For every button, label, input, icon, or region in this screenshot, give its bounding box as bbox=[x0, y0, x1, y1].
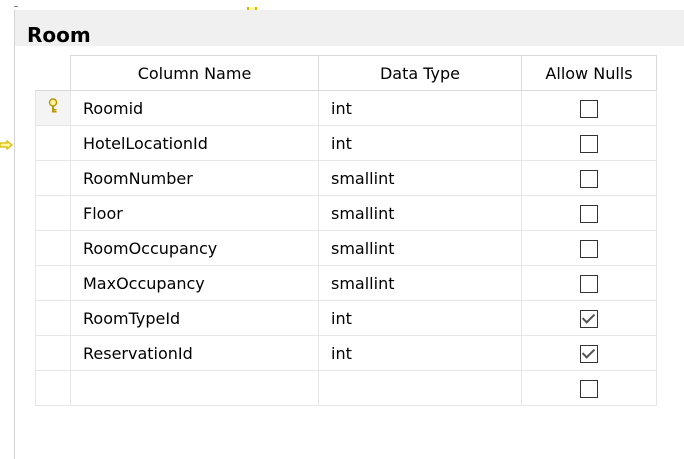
allow-nulls-checkbox[interactable] bbox=[580, 99, 598, 118]
row-selector[interactable] bbox=[35, 370, 71, 406]
data-type-cell[interactable]: int bbox=[318, 90, 522, 126]
table-row[interactable]: Roomid int bbox=[35, 90, 657, 126]
allow-nulls-cell bbox=[521, 195, 657, 231]
allow-nulls-cell bbox=[521, 90, 657, 126]
row-selector-header bbox=[35, 55, 71, 91]
data-type-cell[interactable]: int bbox=[318, 125, 522, 161]
data-type-cell[interactable]: smallint bbox=[318, 195, 522, 231]
allow-nulls-cell bbox=[521, 370, 657, 406]
table-row[interactable]: Floor smallint bbox=[35, 195, 657, 231]
allow-nulls-checkbox[interactable] bbox=[580, 309, 598, 328]
row-selector[interactable] bbox=[35, 125, 71, 161]
allow-nulls-checkbox[interactable] bbox=[580, 134, 598, 153]
allow-nulls-checkbox[interactable] bbox=[580, 379, 598, 398]
data-type-cell[interactable] bbox=[318, 370, 522, 406]
allow-nulls-cell bbox=[521, 125, 657, 161]
data-type-cell[interactable]: int bbox=[318, 335, 522, 371]
table-designer[interactable]: Room Column Name Data Type Allow Nulls R… bbox=[14, 7, 684, 459]
column-name-cell[interactable]: Roomid bbox=[70, 90, 319, 126]
row-selector[interactable] bbox=[35, 300, 71, 336]
column-name-cell[interactable] bbox=[70, 370, 319, 406]
data-type-cell[interactable]: smallint bbox=[318, 230, 522, 266]
column-name-cell[interactable]: ReservationId bbox=[70, 335, 319, 371]
table-row[interactable]: RoomNumber smallint bbox=[35, 160, 657, 196]
allow-nulls-checkbox[interactable] bbox=[580, 239, 598, 258]
allow-nulls-header[interactable]: Allow Nulls bbox=[521, 55, 657, 91]
allow-nulls-cell bbox=[521, 160, 657, 196]
key-icon bbox=[48, 98, 58, 113]
dash-mark bbox=[14, 6, 18, 7]
table-row[interactable]: RoomTypeId int bbox=[35, 300, 657, 336]
table-row[interactable] bbox=[35, 370, 657, 406]
data-type-header[interactable]: Data Type bbox=[318, 55, 522, 91]
column-name-cell[interactable]: RoomOccupancy bbox=[70, 230, 319, 266]
header-row: Column Name Data Type Allow Nulls bbox=[35, 55, 657, 91]
row-selector[interactable] bbox=[35, 230, 71, 266]
table-title: Room bbox=[27, 23, 91, 47]
table-row[interactable]: HotelLocationId int bbox=[35, 125, 657, 161]
data-type-cell[interactable]: smallint bbox=[318, 160, 522, 196]
relationship-key-icon bbox=[0, 140, 13, 150]
allow-nulls-checkbox[interactable] bbox=[580, 204, 598, 223]
allow-nulls-checkbox[interactable] bbox=[580, 169, 598, 188]
data-type-cell[interactable]: smallint bbox=[318, 265, 522, 301]
allow-nulls-checkbox[interactable] bbox=[580, 274, 598, 293]
table-row[interactable]: MaxOccupancy smallint bbox=[35, 265, 657, 301]
allow-nulls-cell bbox=[521, 335, 657, 371]
column-name-cell[interactable]: RoomTypeId bbox=[70, 300, 319, 336]
allow-nulls-checkbox[interactable] bbox=[580, 344, 598, 363]
column-name-cell[interactable]: RoomNumber bbox=[70, 160, 319, 196]
column-name-cell[interactable]: HotelLocationId bbox=[70, 125, 319, 161]
row-selector[interactable] bbox=[35, 160, 71, 196]
allow-nulls-cell bbox=[521, 265, 657, 301]
column-name-cell[interactable]: Floor bbox=[70, 195, 319, 231]
table-row[interactable]: ReservationId int bbox=[35, 335, 657, 371]
row-selector[interactable] bbox=[35, 265, 71, 301]
column-grid: Column Name Data Type Allow Nulls Roomid… bbox=[35, 55, 657, 406]
table-row[interactable]: RoomOccupancy smallint bbox=[35, 230, 657, 266]
row-selector[interactable] bbox=[35, 195, 71, 231]
table-title-bar[interactable]: Room bbox=[15, 10, 684, 47]
allow-nulls-cell bbox=[521, 300, 657, 336]
row-selector[interactable] bbox=[35, 90, 71, 126]
data-type-cell[interactable]: int bbox=[318, 300, 522, 336]
allow-nulls-cell bbox=[521, 230, 657, 266]
row-selector[interactable] bbox=[35, 335, 71, 371]
column-name-header[interactable]: Column Name bbox=[70, 55, 319, 91]
column-name-cell[interactable]: MaxOccupancy bbox=[70, 265, 319, 301]
